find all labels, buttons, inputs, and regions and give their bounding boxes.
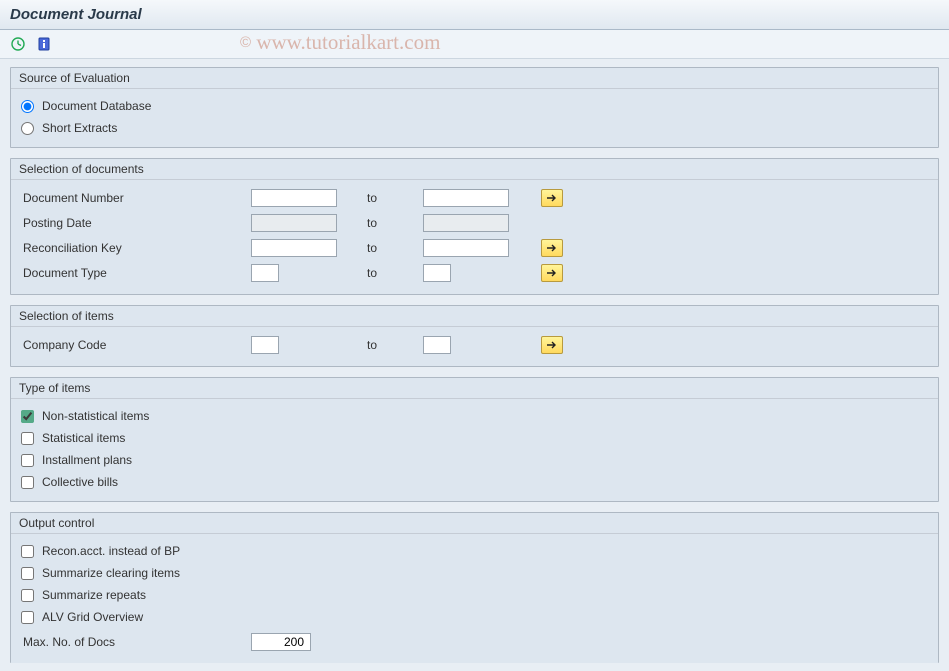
group-title: Source of Evaluation: [11, 68, 938, 89]
document-type-from[interactable]: [251, 264, 279, 282]
arrow-right-icon: [546, 340, 558, 350]
group-title: Selection of items: [11, 306, 938, 327]
checkbox-installment[interactable]: [21, 454, 34, 467]
checkbox-label: Recon.acct. instead of BP: [38, 544, 180, 558]
group-title: Selection of documents: [11, 159, 938, 180]
group-type-items: Type of items Non-statistical items Stat…: [10, 377, 939, 502]
checkbox-recon-acct[interactable]: [21, 545, 34, 558]
page-title: Document Journal: [10, 6, 939, 23]
checkbox-label: Collective bills: [38, 475, 118, 489]
multi-select-button[interactable]: [541, 239, 563, 257]
label-document-type: Document Type: [21, 266, 251, 280]
checkbox-summarize-clearing[interactable]: [21, 567, 34, 580]
label-reconciliation-key: Reconciliation Key: [21, 241, 251, 255]
to-label: to: [367, 191, 393, 205]
checkbox-label: Statistical items: [38, 431, 125, 445]
multi-select-button[interactable]: [541, 189, 563, 207]
execute-button[interactable]: [8, 34, 28, 54]
toolbar: [0, 30, 949, 59]
radio-label: Short Extracts: [38, 121, 117, 135]
label-max-docs: Max. No. of Docs: [21, 635, 251, 649]
checkbox-label: ALV Grid Overview: [38, 610, 143, 624]
reconciliation-key-from[interactable]: [251, 239, 337, 257]
group-selection-items: Selection of items Company Code to: [10, 305, 939, 367]
title-bar: Document Journal: [0, 0, 949, 30]
info-icon: [36, 36, 52, 52]
label-document-number: Document Number: [21, 191, 251, 205]
checkbox-label: Summarize clearing items: [38, 566, 180, 580]
posting-date-from[interactable]: [251, 214, 337, 232]
label-company-code: Company Code: [21, 338, 251, 352]
group-selection-documents: Selection of documents Document Number t…: [10, 158, 939, 295]
group-title: Output control: [11, 513, 938, 534]
checkbox-summarize-repeats[interactable]: [21, 589, 34, 602]
company-code-from[interactable]: [251, 336, 279, 354]
arrow-right-icon: [546, 193, 558, 203]
max-docs-input[interactable]: [251, 633, 311, 651]
arrow-right-icon: [546, 268, 558, 278]
checkbox-label: Summarize repeats: [38, 588, 146, 602]
to-label: to: [367, 216, 393, 230]
group-output-control: Output control Recon.acct. instead of BP…: [10, 512, 939, 663]
to-label: to: [367, 338, 393, 352]
document-number-to[interactable]: [423, 189, 509, 207]
radio-document-database[interactable]: [21, 100, 34, 113]
posting-date-to[interactable]: [423, 214, 509, 232]
reconciliation-key-to[interactable]: [423, 239, 509, 257]
radio-short-extracts[interactable]: [21, 122, 34, 135]
multi-select-button[interactable]: [541, 264, 563, 282]
multi-select-button[interactable]: [541, 336, 563, 354]
to-label: to: [367, 241, 393, 255]
checkbox-collective[interactable]: [21, 476, 34, 489]
checkbox-label: Non-statistical items: [38, 409, 149, 423]
document-number-from[interactable]: [251, 189, 337, 207]
label-posting-date: Posting Date: [21, 216, 251, 230]
checkbox-nonstatistical[interactable]: [21, 410, 34, 423]
group-title: Type of items: [11, 378, 938, 399]
checkbox-label: Installment plans: [38, 453, 132, 467]
info-button[interactable]: [34, 34, 54, 54]
arrow-right-icon: [546, 243, 558, 253]
checkbox-alv-grid[interactable]: [21, 611, 34, 624]
company-code-to[interactable]: [423, 336, 451, 354]
to-label: to: [367, 266, 393, 280]
group-source-evaluation: Source of Evaluation Document Database S…: [10, 67, 939, 148]
clock-execute-icon: [10, 36, 26, 52]
radio-label: Document Database: [38, 99, 151, 113]
document-type-to[interactable]: [423, 264, 451, 282]
checkbox-statistical[interactable]: [21, 432, 34, 445]
